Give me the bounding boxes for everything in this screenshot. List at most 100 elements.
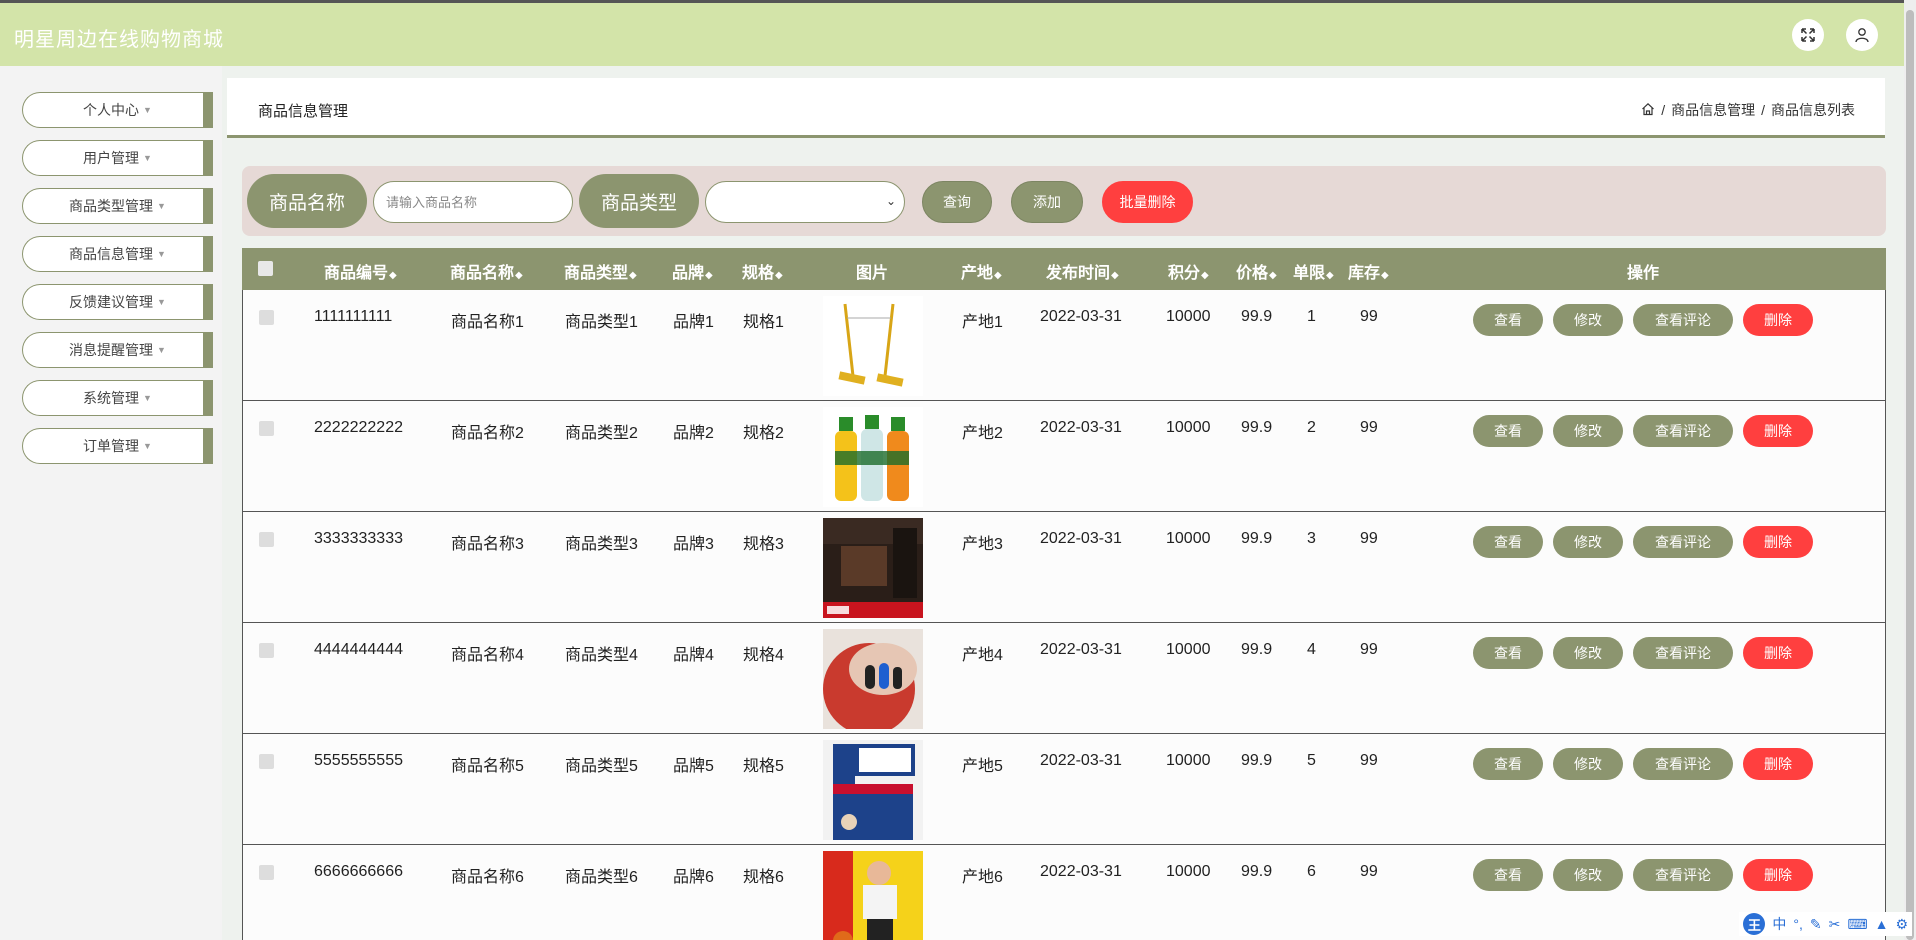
sidebar-item-product-info-management[interactable]: 商品信息管理 ▼ (22, 236, 213, 272)
house-icon (1642, 102, 1655, 115)
delete-button[interactable]: 删除 (1743, 637, 1813, 669)
caret-down-icon: ▼ (157, 297, 166, 307)
column-header-origin[interactable]: 产地◆ (961, 259, 1002, 283)
batch-delete-button[interactable]: 批量删除 (1102, 181, 1193, 223)
column-header-name[interactable]: 商品名称◆ (450, 259, 523, 283)
user-avatar-icon[interactable] (1846, 19, 1878, 51)
cell-origin: 产地4 (962, 647, 1003, 664)
breadcrumb-item-product-info[interactable]: 商品信息管理 (1671, 100, 1755, 120)
fullscreen-icon[interactable] (1792, 19, 1824, 51)
view-button[interactable]: 查看 (1473, 637, 1543, 669)
view-button[interactable]: 查看 (1473, 748, 1543, 780)
sidebar-item-label: 商品信息管理 (69, 246, 154, 262)
row-checkbox[interactable] (259, 754, 274, 769)
view-button[interactable]: 查看 (1473, 859, 1543, 891)
product-name-label: 商品名称 (247, 174, 367, 228)
product-type-select[interactable]: ⌄ (705, 181, 905, 223)
row-checkbox[interactable] (259, 865, 274, 880)
row-checkbox[interactable] (259, 310, 274, 325)
sidebar-item-label: 消息提醒管理 (69, 342, 154, 358)
ime-logo-icon[interactable]: 王 (1743, 913, 1766, 935)
edit-button[interactable]: 修改 (1553, 859, 1623, 891)
cell-date: 2022-03-31 (1040, 752, 1122, 769)
edit-button[interactable]: 修改 (1553, 748, 1623, 780)
delete-button[interactable]: 删除 (1743, 415, 1813, 447)
cell-name: 商品名称3 (451, 536, 524, 553)
delete-button[interactable]: 删除 (1743, 304, 1813, 336)
cell-type: 商品类型4 (565, 647, 638, 664)
sidebar-item-order-management[interactable]: 订单管理 ▼ (22, 428, 213, 464)
view-button[interactable]: 查看 (1473, 304, 1543, 336)
sidebar-item-user-management[interactable]: 用户管理 ▼ (22, 140, 213, 176)
view-reviews-button[interactable]: 查看评论 (1633, 304, 1733, 336)
column-header-brand[interactable]: 品牌◆ (672, 259, 713, 283)
sidebar-item-feedback-management[interactable]: 反馈建议管理 ▼ (22, 284, 213, 320)
column-header-date[interactable]: 发布时间◆ (1046, 259, 1119, 283)
column-header-code[interactable]: 商品编号◆ (324, 259, 397, 283)
scissors-icon[interactable]: ✂ (1829, 916, 1841, 933)
keyboard-icon[interactable]: ⌨ (1847, 916, 1867, 933)
view-reviews-button[interactable]: 查看评论 (1633, 526, 1733, 558)
cell-code: 4444444444 (314, 641, 403, 658)
punctuation-icon[interactable]: °, (1793, 916, 1803, 932)
column-header-stock[interactable]: 库存◆ (1348, 259, 1389, 283)
cell-brand: 品牌3 (673, 536, 714, 553)
row-checkbox[interactable] (259, 643, 274, 658)
ime-language-toggle[interactable]: 中 (1772, 914, 1786, 934)
view-button[interactable]: 查看 (1473, 526, 1543, 558)
view-reviews-button[interactable]: 查看评论 (1633, 859, 1733, 891)
skin-icon[interactable]: ▲ (1875, 916, 1889, 932)
table-row: 1111111111 商品名称1 商品类型1 品牌1 规格1 产地1 2022-… (242, 290, 1886, 401)
cell-origin: 产地1 (962, 314, 1003, 331)
add-button[interactable]: 添加 (1011, 181, 1083, 223)
edit-button[interactable]: 修改 (1553, 415, 1623, 447)
edit-button[interactable]: 修改 (1553, 637, 1623, 669)
scrollbar-thumb[interactable] (1906, 10, 1914, 940)
cell-spec: 规格1 (743, 314, 784, 331)
content-header: 商品信息管理 / 商品信息管理 / 商品信息列表 (227, 78, 1885, 138)
pen-icon[interactable]: ✎ (1810, 916, 1822, 933)
page-title: 商品信息管理 (258, 103, 349, 120)
query-button[interactable]: 查询 (922, 181, 992, 223)
column-header-image: 图片 (856, 265, 889, 282)
row-checkbox[interactable] (259, 421, 274, 436)
column-header-label: 商品编号 (324, 265, 389, 282)
sidebar-item-message-management[interactable]: 消息提醒管理 ▼ (22, 332, 213, 368)
edit-button[interactable]: 修改 (1553, 304, 1623, 336)
row-checkbox[interactable] (259, 532, 274, 547)
column-header-price[interactable]: 价格◆ (1236, 259, 1277, 283)
home-icon[interactable] (1641, 102, 1655, 119)
sidebar-item-system-management[interactable]: 系统管理 ▼ (22, 380, 213, 416)
cell-code: 1111111111 (314, 308, 393, 325)
product-name-input[interactable] (373, 181, 573, 223)
cell-name: 商品名称2 (451, 425, 524, 442)
view-reviews-button[interactable]: 查看评论 (1633, 637, 1733, 669)
view-reviews-button[interactable]: 查看评论 (1633, 415, 1733, 447)
view-reviews-button[interactable]: 查看评论 (1633, 748, 1733, 780)
column-header-points[interactable]: 积分◆ (1168, 259, 1209, 283)
sidebar-item-label: 用户管理 (83, 150, 140, 166)
cell-type: 商品类型2 (565, 425, 638, 442)
delete-button[interactable]: 删除 (1743, 526, 1813, 558)
caret-down-icon: ▼ (157, 201, 166, 211)
delete-button[interactable]: 删除 (1743, 859, 1813, 891)
delete-button[interactable]: 删除 (1743, 748, 1813, 780)
sidebar-item-personal-center[interactable]: 个人中心 ▼ (22, 92, 213, 128)
select-all-checkbox[interactable] (258, 261, 273, 276)
sidebar-item-product-type-management[interactable]: 商品类型管理 ▼ (22, 188, 213, 224)
column-header-spec[interactable]: 规格◆ (742, 259, 783, 283)
page-scrollbar[interactable] (1904, 0, 1916, 940)
column-header-type[interactable]: 商品类型◆ (564, 259, 637, 283)
column-header-label: 积分 (1168, 265, 1201, 282)
cell-stock: 99 (1360, 641, 1378, 658)
edit-button[interactable]: 修改 (1553, 526, 1623, 558)
view-button[interactable]: 查看 (1473, 415, 1543, 447)
sort-icon: ◆ (1111, 270, 1119, 281)
cell-limit: 2 (1307, 419, 1316, 436)
settings-icon[interactable]: ⚙ (1895, 916, 1908, 933)
column-header-limit[interactable]: 单限◆ (1293, 259, 1334, 283)
cell-points: 10000 (1166, 308, 1211, 325)
product-image-finger-sleeves (823, 629, 923, 729)
cell-stock: 99 (1360, 308, 1378, 325)
product-type-label: 商品类型 (579, 174, 699, 228)
